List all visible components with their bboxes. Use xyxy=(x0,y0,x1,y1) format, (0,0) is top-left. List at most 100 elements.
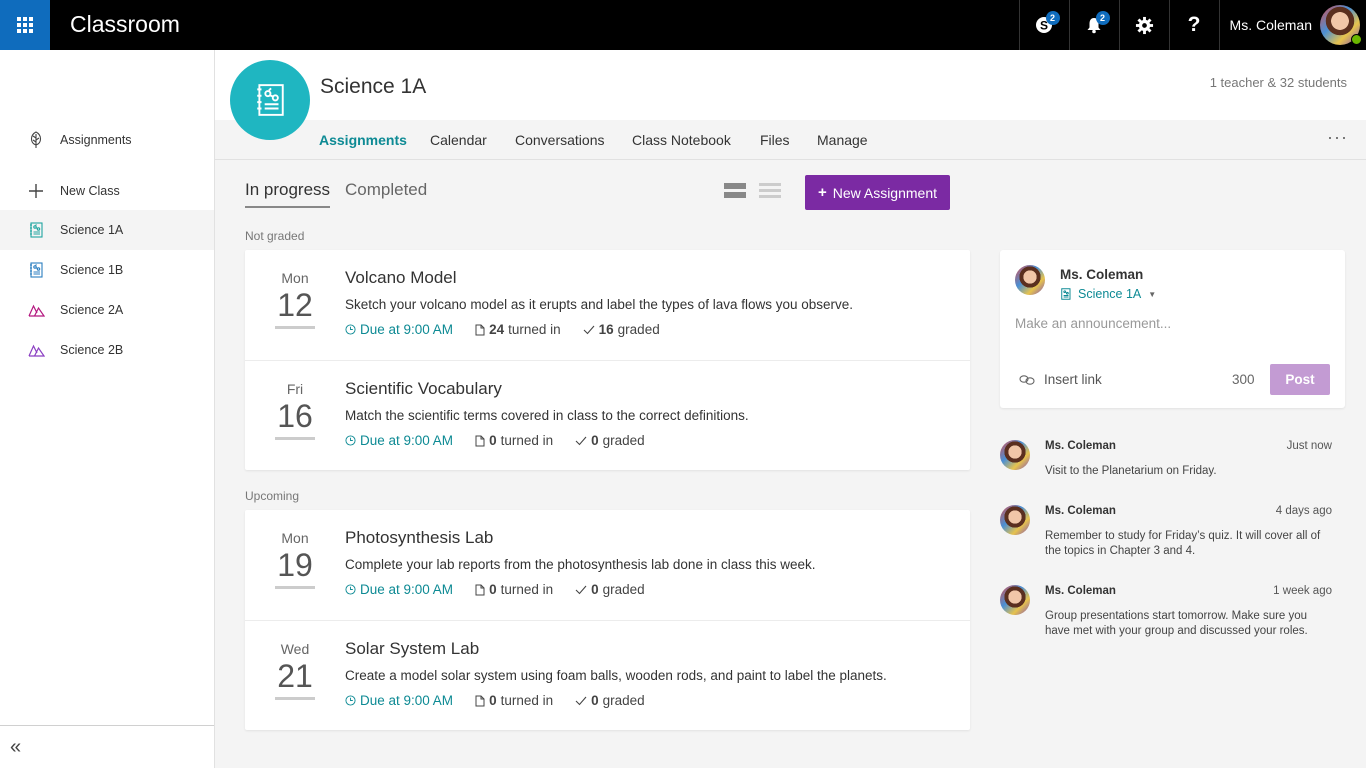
date-divider xyxy=(275,697,315,700)
due-date-number: 16 xyxy=(277,398,313,434)
assignment-card[interactable]: Fri 16 Scientific Vocabulary Match the s… xyxy=(245,360,970,470)
insert-link-button[interactable]: Insert link xyxy=(1019,372,1102,387)
announcement-composer: Ms. Coleman Science 1A ▼ Insert link Pos… xyxy=(1000,250,1345,408)
assignment-title[interactable]: Solar System Lab xyxy=(345,639,479,659)
new-assignment-label: New Assignment xyxy=(832,184,938,201)
due-date-number: 21 xyxy=(277,658,313,694)
due-day: Mon xyxy=(281,270,309,286)
document-icon xyxy=(475,435,485,447)
list-view-toggle[interactable] xyxy=(759,183,781,201)
turned-in-count: 0 turned in xyxy=(475,693,553,708)
check-icon xyxy=(575,436,587,446)
member-count[interactable]: 1 teacher & 32 students xyxy=(1210,75,1347,90)
graded-count: 0 graded xyxy=(575,582,645,597)
document-icon xyxy=(475,695,485,707)
due-date-number: 12 xyxy=(277,287,313,323)
announcement-author: Ms. Coleman xyxy=(1045,505,1116,517)
app-title: Classroom xyxy=(70,11,180,37)
announcement-input[interactable] xyxy=(1015,316,1330,331)
author-avatar xyxy=(1000,505,1030,535)
class-selector[interactable]: Science 1A ▼ xyxy=(1060,287,1156,301)
assignment-card[interactable]: Mon 12 Volcano Model Sketch your volcano… xyxy=(245,250,970,360)
graded-count: 16 graded xyxy=(583,322,660,337)
leaf-icon xyxy=(27,131,45,149)
due-date: Fri 16 xyxy=(275,381,315,440)
sidebar-item-science-2a[interactable]: Science 2A xyxy=(0,290,214,330)
assignment-group-not-graded: Mon 12 Volcano Model Sketch your volcano… xyxy=(245,250,970,470)
presence-indicator xyxy=(1351,34,1362,45)
assignment-description: Create a model solar system using foam b… xyxy=(345,668,887,683)
user-menu-button[interactable]: Ms. Coleman xyxy=(1218,0,1366,50)
due-day: Wed xyxy=(280,641,310,657)
top-bar: Classroom S 2 2 ? Ms. Coleman xyxy=(0,0,1366,50)
assignment-title[interactable]: Volcano Model xyxy=(345,268,457,288)
announcement-author: Ms. Coleman xyxy=(1045,585,1116,597)
notifications-button[interactable]: 2 xyxy=(1068,0,1119,50)
notebook-icon xyxy=(257,84,284,116)
sidebar-item-new-class[interactable]: New Class xyxy=(0,171,214,211)
filter-in-progress[interactable]: In progress xyxy=(245,180,331,208)
link-icon xyxy=(1019,374,1035,385)
announcement-author: Ms. Coleman xyxy=(1045,440,1116,452)
assignment-meta: Due at 9:00 AM 0 turned in 0 graded xyxy=(345,433,667,448)
mountain-icon xyxy=(27,301,45,319)
skype-badge: 2 xyxy=(1045,11,1060,25)
caret-down-icon: ▼ xyxy=(1148,289,1157,299)
graded-count: 0 graded xyxy=(575,693,645,708)
sidebar-item-science-2b[interactable]: Science 2B xyxy=(0,330,214,370)
notifications-badge: 2 xyxy=(1095,11,1110,25)
assignment-card[interactable]: Wed 21 Solar System Lab Create a model s… xyxy=(245,620,970,730)
tab-class-notebook[interactable]: Class Notebook xyxy=(632,132,731,148)
skype-button[interactable]: S 2 xyxy=(1018,0,1069,50)
top-actions: S 2 2 ? Ms. Coleman xyxy=(1018,0,1366,50)
user-name: Ms. Coleman xyxy=(1229,17,1312,33)
due-date: Mon 19 xyxy=(275,530,315,589)
post-button[interactable]: Post xyxy=(1270,364,1330,395)
card-view-toggle[interactable] xyxy=(724,183,746,201)
double-chevron-left-icon[interactable]: « xyxy=(10,736,21,759)
composer-author: Ms. Coleman xyxy=(1060,267,1144,282)
sidebar-item-science-1a[interactable]: Science 1A xyxy=(0,210,214,250)
settings-button[interactable] xyxy=(1118,0,1169,50)
sidebar-footer: « xyxy=(0,725,214,768)
clock-icon xyxy=(345,435,356,446)
date-divider xyxy=(275,586,315,589)
waffle-icon xyxy=(17,17,33,33)
new-assignment-button[interactable]: + New Assignment xyxy=(805,175,950,210)
author-avatar xyxy=(1000,585,1030,615)
mountain-icon xyxy=(27,341,45,359)
assignment-group-upcoming: Mon 19 Photosynthesis Lab Complete your … xyxy=(245,510,970,730)
tab-assignments[interactable]: Assignments xyxy=(319,132,407,148)
section-label-upcoming: Upcoming xyxy=(245,489,300,503)
announcement-time: 1 week ago xyxy=(1273,585,1332,597)
assignment-card[interactable]: Mon 19 Photosynthesis Lab Complete your … xyxy=(245,510,970,620)
class-nav: Assignments Calendar Conversations Class… xyxy=(215,120,1366,160)
assignment-meta: Due at 9:00 AM 0 turned in 0 graded xyxy=(345,582,667,597)
tab-calendar[interactable]: Calendar xyxy=(430,132,487,148)
more-options-icon[interactable]: ··· xyxy=(1327,127,1348,148)
class-name: Science 1A xyxy=(320,75,427,98)
date-divider xyxy=(275,437,315,440)
tab-manage[interactable]: Manage xyxy=(817,132,868,148)
help-button[interactable]: ? xyxy=(1168,0,1219,50)
assignment-meta: Due at 9:00 AM 0 turned in 0 graded xyxy=(345,693,667,708)
assignment-description: Sketch your volcano model as it erupts a… xyxy=(345,297,854,312)
sidebar-item-science-1b[interactable]: Science 1B xyxy=(0,250,214,290)
announcement-text: Group presentations start tomorrow. Make… xyxy=(1045,610,1308,637)
tab-conversations[interactable]: Conversations xyxy=(515,132,605,148)
filter-completed[interactable]: Completed xyxy=(345,180,427,206)
sidebar-item-assignments[interactable]: Assignments xyxy=(0,120,214,160)
app-launcher-button[interactable] xyxy=(0,0,50,50)
plus-icon: + xyxy=(817,184,827,201)
assignment-title[interactable]: Scientific Vocabulary xyxy=(345,379,502,399)
sidebar-item-label: Science 2A xyxy=(60,303,124,317)
assignment-title[interactable]: Photosynthesis Lab xyxy=(345,528,493,548)
assignment-description: Complete your lab reports from the photo… xyxy=(345,557,816,572)
document-icon xyxy=(475,324,485,336)
clock-icon xyxy=(345,695,356,706)
sidebar-item-label: Science 1B xyxy=(60,263,124,277)
tab-files[interactable]: Files xyxy=(760,132,790,148)
author-avatar xyxy=(1000,440,1030,470)
check-icon xyxy=(575,696,587,706)
due-date-number: 19 xyxy=(277,547,313,583)
